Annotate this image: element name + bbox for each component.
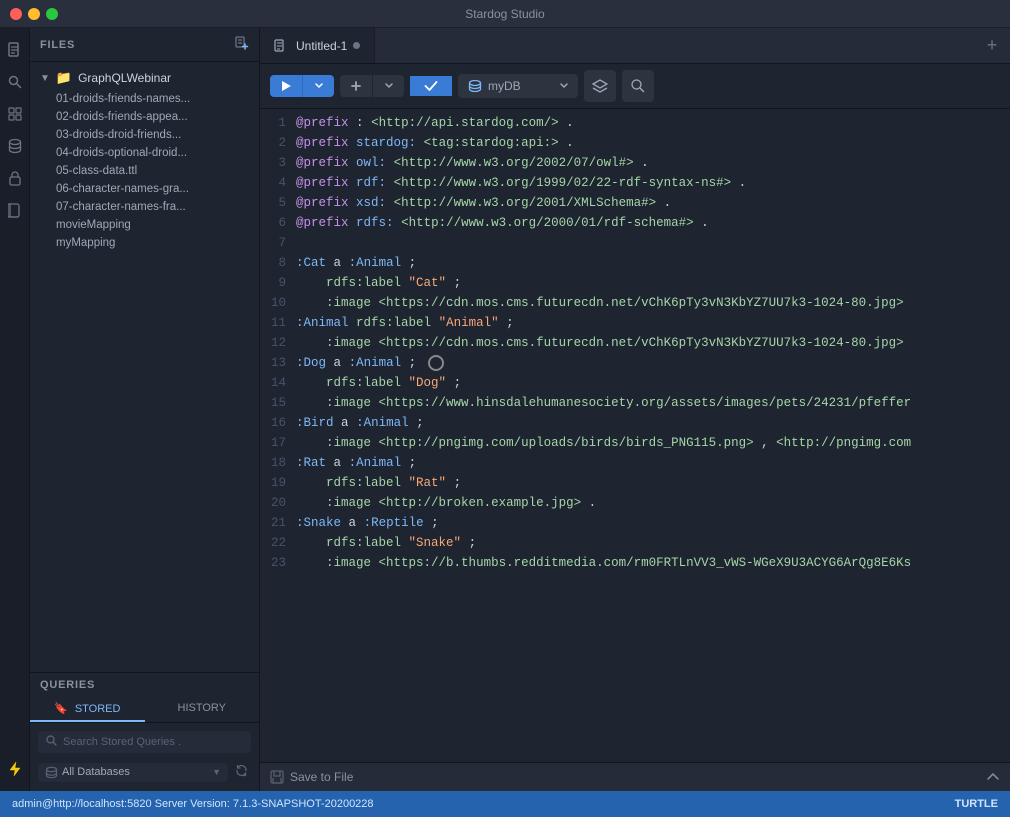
code-line-18: 18 :Rat a :Animal ; [260,453,1010,473]
layers-button[interactable] [584,70,616,102]
status-left: admin@http://localhost:5820 Server Versi… [12,798,374,810]
save-to-file-button[interactable]: Save to File [270,770,353,784]
window-controls [10,8,58,20]
code-line-4: 4 @prefix rdf: <http://www.w3.org/1999/0… [260,173,1010,193]
close-button[interactable] [10,8,22,20]
tab-stored[interactable]: 🔖 STORED [30,697,145,722]
file-item-6[interactable]: 07-character-names-fra... [30,198,259,216]
sidebar-item-search[interactable] [1,68,29,96]
sidebar-item-database[interactable] [1,132,29,160]
file-list: ▼ 📁 GraphQLWebinar 01-droids-friends-nam… [30,62,259,672]
add-dropdown-button[interactable] [372,75,404,97]
tab-name: Untitled-1 [296,39,347,53]
folder-arrow-icon: ▼ [40,73,50,84]
sidebar-item-grid[interactable] [1,100,29,128]
db-filter-label: All Databases [62,766,130,778]
code-line-20: 20 :image <http://broken.example.jpg> . [260,493,1010,513]
chevron-down-icon: ▼ [212,767,221,777]
save-label: Save to File [290,770,353,784]
file-item-2[interactable]: 03-droids-droid-friends... [30,126,259,144]
file-panel-header: FILES [30,28,259,62]
add-button-group [340,75,404,97]
folder-graphqlwebinar[interactable]: ▼ 📁 GraphQLWebinar [30,66,259,90]
database-selector[interactable]: myDB [458,74,578,98]
tab-untitled-1[interactable]: Untitled-1 [260,28,375,63]
code-line-11: 11 :Animal rdfs:label "Animal" ; [260,313,1010,333]
code-line-14: 14 rdfs:label "Dog" ; [260,373,1010,393]
search-button[interactable] [622,70,654,102]
file-item-1[interactable]: 02-droids-friends-appea... [30,108,259,126]
code-line-7: 7 [260,233,1010,253]
refresh-button[interactable] [232,761,251,783]
code-line-12: 12 :image <https://cdn.mos.cms.futurecdn… [260,333,1010,353]
save-bar: Save to File [260,762,1010,791]
main-layout: FILES ▼ 📁 GraphQLWebinar 01-droids-frien… [0,28,1010,791]
db-filter-select[interactable]: All Databases ▼ [38,763,228,782]
search-stored-queries-input[interactable] [63,736,243,748]
folder-icon: 📁 [56,70,72,86]
editor-toolbar: myDB [260,64,1010,109]
search-icon [46,735,57,749]
code-line-22: 22 rdfs:label "Snake" ; [260,533,1010,553]
queries-tabs: 🔖 STORED HISTORY [30,697,259,723]
tab-modified-dot [353,42,360,49]
search-box [38,731,251,753]
file-panel-title: FILES [40,39,75,51]
sidebar-item-document[interactable] [1,36,29,64]
minimize-button[interactable] [28,8,40,20]
code-line-1: 1 @prefix : <http://api.stardog.com/> . [260,113,1010,133]
icon-sidebar [0,28,30,791]
new-file-button[interactable] [235,36,249,53]
code-line-6: 6 @prefix rdfs: <http://www.w3.org/2000/… [260,213,1010,233]
db-name: myDB [488,79,521,93]
run-button[interactable] [270,75,302,97]
file-item-5[interactable]: 06-character-names-gra... [30,180,259,198]
code-line-13: 13 :Dog a :Animal ; [260,353,1010,373]
sidebar-item-lightning[interactable] [1,755,29,783]
code-line-23: 23 :image <https://b.thumbs.redditmedia.… [260,553,1010,573]
queries-section: QUERIES 🔖 STORED HISTORY [30,672,259,791]
tab-history[interactable]: HISTORY [145,697,260,722]
file-item-4[interactable]: 05-class-data.ttl [30,162,259,180]
title-bar: Stardog Studio [0,0,1010,28]
file-item-0[interactable]: 01-droids-friends-names... [30,90,259,108]
code-line-21: 21 :Snake a :Reptile ; [260,513,1010,533]
code-line-8: 8 :Cat a :Animal ; [260,253,1010,273]
file-panel: FILES ▼ 📁 GraphQLWebinar 01-droids-frien… [30,28,260,791]
run-button-group [270,75,334,97]
code-line-19: 19 rdfs:label "Rat" ; [260,473,1010,493]
main-content: Untitled-1 + [260,28,1010,791]
maximize-button[interactable] [46,8,58,20]
status-bar: admin@http://localhost:5820 Server Versi… [0,791,1010,817]
code-line-9: 9 rdfs:label "Cat" ; [260,273,1010,293]
queries-header: QUERIES [30,673,259,697]
app-title: Stardog Studio [465,7,544,21]
file-item-3[interactable]: 04-droids-optional-droid... [30,144,259,162]
bookmark-icon: 🔖 [54,703,68,715]
file-item-7[interactable]: movieMapping [30,216,259,234]
code-line-2: 2 @prefix stardog: <tag:stardog:api:> . [260,133,1010,153]
code-line-17: 17 :image <http://pngimg.com/uploads/bir… [260,433,1010,453]
add-button[interactable] [340,75,372,97]
tab-add-button[interactable]: + [974,28,1010,64]
code-line-5: 5 @prefix xsd: <http://www.w3.org/2001/X… [260,193,1010,213]
expand-button[interactable] [986,769,1000,785]
status-right: TURTLE [955,798,998,810]
folder-name: GraphQLWebinar [78,71,171,85]
tabs-bar: Untitled-1 + [260,28,1010,64]
file-item-8[interactable]: myMapping [30,234,259,252]
code-line-16: 16 :Bird a :Animal ; [260,413,1010,433]
code-line-3: 3 @prefix owl: <http://www.w3.org/2002/0… [260,153,1010,173]
sidebar-item-book[interactable] [1,196,29,224]
run-dropdown-button[interactable] [302,75,334,97]
code-editor[interactable]: 1 @prefix : <http://api.stardog.com/> . … [260,109,1010,762]
sidebar-item-lock[interactable] [1,164,29,192]
db-filter: All Databases ▼ [38,761,251,783]
check-button[interactable] [410,76,452,96]
code-line-10: 10 :image <https://cdn.mos.cms.futurecdn… [260,293,1010,313]
code-line-15: 15 :image <https://www.hinsdalehumanesoc… [260,393,1010,413]
